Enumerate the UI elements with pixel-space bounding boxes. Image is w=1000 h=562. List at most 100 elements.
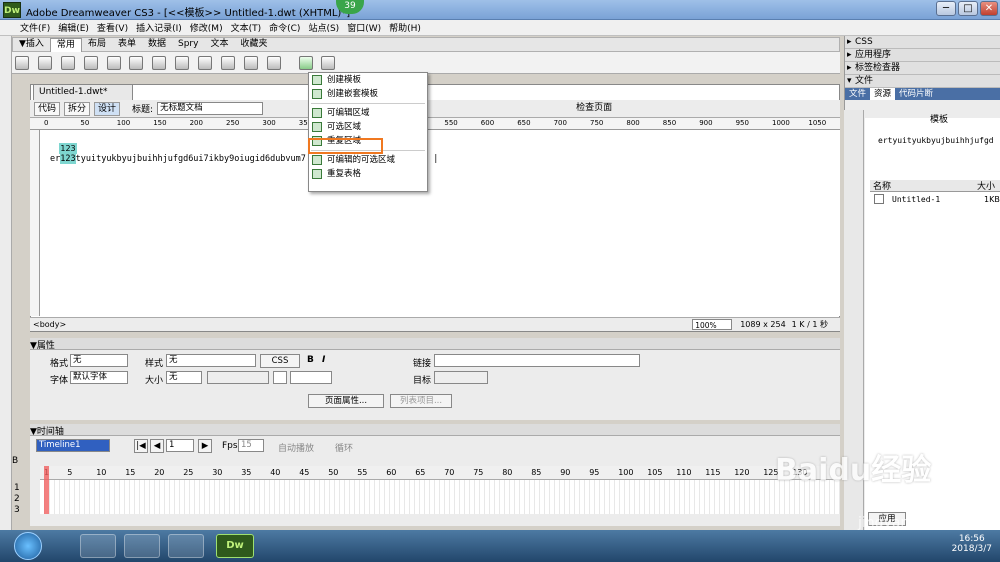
panel-application[interactable]: 应用程序	[845, 49, 1000, 62]
menu-item-create-nested-template[interactable]: 创建嵌套模板	[309, 87, 427, 101]
menu-item-editable-region[interactable]: 可编辑区域	[309, 106, 427, 120]
window-size[interactable]: 1089 x 254	[740, 320, 785, 329]
menu-item-editable-optional-region[interactable]: 可编辑的可选区域	[309, 153, 427, 167]
comment-icon[interactable]	[220, 56, 235, 70]
named-anchor-icon[interactable]	[60, 56, 75, 70]
templates-icon[interactable]	[298, 56, 313, 70]
ruler-tick-label: 50	[80, 119, 90, 127]
size-column[interactable]: 大小	[977, 179, 995, 192]
menu-edit[interactable]: 编辑(E)	[58, 21, 89, 34]
repeat-region-tag[interactable]: 123	[59, 143, 77, 154]
head-icon[interactable]	[243, 56, 258, 70]
table-icon[interactable]	[83, 56, 98, 70]
code-view-button[interactable]: 代码	[34, 101, 61, 116]
file-icon	[874, 194, 884, 204]
left-collapse-strip[interactable]	[0, 36, 12, 530]
explorer-taskbar-icon[interactable]	[124, 534, 160, 558]
tag-selector[interactable]: <body>	[33, 320, 66, 329]
date-icon[interactable]	[175, 56, 190, 70]
italic-button[interactable]: I	[322, 355, 325, 365]
play-icon[interactable]: ▶	[198, 439, 212, 453]
system-clock[interactable]: 16:56 2018/3/7	[952, 534, 992, 554]
css-button[interactable]: CSS	[260, 354, 300, 368]
server-side-include-icon[interactable]	[198, 56, 212, 70]
menu-item-optional-region[interactable]: 可选区域	[309, 120, 427, 134]
font-select[interactable]: 默认字体	[70, 371, 128, 384]
list-item-button: 列表项目...	[390, 394, 452, 408]
ruler-tick-label: 750	[590, 119, 604, 127]
name-column[interactable]: 名称	[873, 179, 977, 192]
menu-window[interactable]: 窗口(W)	[347, 21, 381, 34]
timeline-header[interactable]: ▼时间轴	[30, 424, 840, 437]
browser-taskbar-icon[interactable]	[80, 534, 116, 558]
ruler-tick-label: 0	[44, 119, 49, 127]
menu-commands[interactable]: 命令(C)	[269, 21, 300, 34]
script-icon[interactable]	[266, 56, 281, 70]
image-icon[interactable]	[129, 56, 144, 70]
email-link-icon[interactable]	[37, 56, 52, 70]
div-icon[interactable]	[106, 56, 121, 70]
vertical-ruler	[30, 130, 40, 316]
menu-site[interactable]: 站点(S)	[308, 21, 339, 34]
baidu-url-watermark: jingyan.baidu.com	[858, 515, 988, 531]
timeline-select[interactable]: Timeline1	[36, 439, 110, 452]
panel-files[interactable]: 文件	[845, 75, 1000, 88]
rewind-icon[interactable]: |◀	[134, 439, 148, 453]
menu-file[interactable]: 文件(F)	[20, 21, 50, 34]
list-item[interactable]: Untitled-1 1KB	[874, 194, 1000, 204]
tab-layout[interactable]: 布局	[82, 38, 112, 51]
format-select[interactable]: 无	[70, 354, 128, 367]
color-input[interactable]	[290, 371, 332, 384]
start-button[interactable]	[14, 532, 42, 560]
tab-common[interactable]: 常用	[49, 37, 82, 52]
page-properties-button[interactable]: 页面属性...	[308, 394, 384, 408]
loop-checkbox: 循环	[335, 444, 354, 454]
split-view-button[interactable]: 拆分	[64, 101, 91, 116]
back-icon[interactable]: ◀	[150, 439, 164, 453]
ruler-tick-label: 800	[626, 119, 640, 127]
menu-item-repeat-table[interactable]: 重复表格	[309, 167, 427, 181]
design-view-button[interactable]: 设计	[94, 101, 121, 116]
playhead[interactable]	[44, 466, 49, 514]
dreamweaver-taskbar-icon[interactable]: Dw	[216, 534, 254, 558]
menu-view[interactable]: 查看(V)	[97, 21, 128, 34]
panel-css[interactable]: CSS	[845, 36, 1000, 49]
frame-input[interactable]: 1	[166, 439, 194, 452]
maximize-button[interactable]: □	[958, 1, 978, 16]
tab-files[interactable]: 文件	[845, 88, 870, 100]
style-select[interactable]: 无	[166, 354, 256, 367]
hyperlink-icon[interactable]	[15, 56, 29, 70]
tab-spry[interactable]: Spry	[172, 38, 204, 51]
media-icon[interactable]	[152, 56, 167, 70]
panel-tag-inspector[interactable]: 标签检查器	[845, 62, 1000, 75]
close-button[interactable]: ✕	[980, 1, 998, 16]
size-select[interactable]: 无	[166, 371, 202, 384]
tab-data[interactable]: 数据	[142, 38, 172, 51]
title-input[interactable]: 无标题文档	[157, 102, 264, 115]
color-picker[interactable]	[273, 371, 287, 384]
check-page-button[interactable]: 检查页面	[573, 102, 615, 116]
link-input[interactable]	[434, 354, 640, 367]
tab-assets[interactable]: 资源	[870, 88, 896, 100]
tab-snippets[interactable]: 代码片断	[895, 88, 937, 100]
tab-favorites[interactable]: 收藏夹	[234, 38, 273, 51]
tag-chooser-icon[interactable]	[321, 56, 336, 70]
zoom-select[interactable]: 100%	[692, 319, 733, 330]
properties-header[interactable]: ▼属性	[30, 338, 840, 351]
menu-item-create-template[interactable]: 创建模板	[309, 73, 427, 87]
menu-text[interactable]: 文本(T)	[231, 21, 262, 34]
paint-taskbar-icon[interactable]	[168, 534, 204, 558]
editable-region-icon	[312, 108, 322, 118]
document-tab[interactable]: Untitled-1.dwt*	[33, 84, 133, 100]
ruler-tick-label: 700	[553, 119, 567, 127]
insert-bar-label[interactable]: ▼插入	[13, 38, 50, 51]
menu-help[interactable]: 帮助(H)	[389, 21, 421, 34]
tab-text[interactable]: 文本	[204, 38, 234, 51]
menu-insert[interactable]: 插入记录(I)	[136, 21, 182, 34]
minimize-button[interactable]: ─	[936, 1, 956, 16]
bold-button[interactable]: B	[307, 355, 314, 365]
files-tabs: 文件 资源 代码片断	[845, 88, 1000, 100]
menu-modify[interactable]: 修改(M)	[190, 21, 223, 34]
style-label: 样式	[145, 359, 164, 369]
tab-forms[interactable]: 表单	[112, 38, 142, 51]
